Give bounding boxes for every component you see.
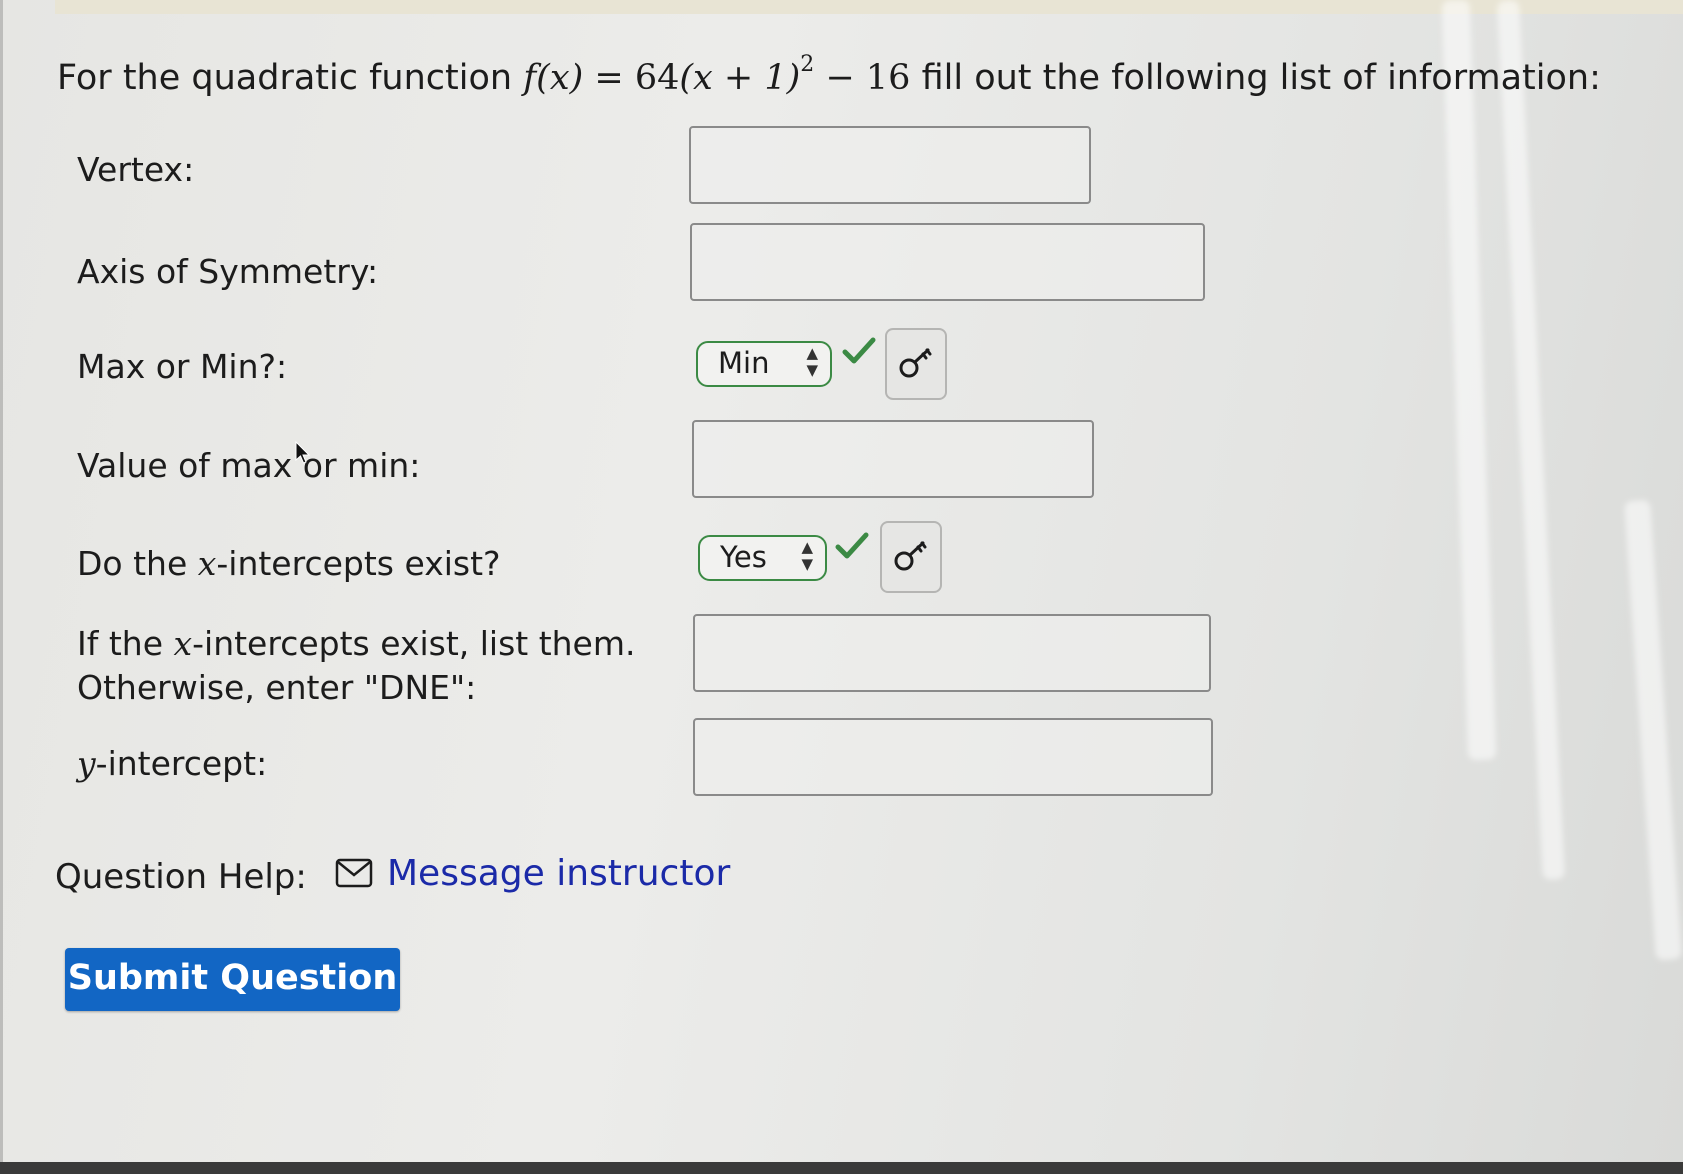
mouse-cursor-icon	[295, 441, 311, 464]
top-strip	[55, 0, 1683, 14]
function-exponent: 2	[800, 52, 815, 77]
axis-of-symmetry-label: Axis of Symmetry:	[77, 252, 379, 291]
max-or-min-select[interactable]: Min ▲ ▼	[696, 341, 832, 387]
question-suffix: fill out the following list of informati…	[921, 58, 1601, 98]
x-intercepts-input[interactable]	[693, 614, 1211, 692]
max-or-min-label: Max or Min?:	[77, 347, 288, 386]
y-intercept-label-post: -intercept:	[95, 744, 268, 783]
value-max-min-input[interactable]	[692, 420, 1094, 498]
function-coefficient: 64	[634, 58, 680, 98]
function-expression: f(x) = 64(x + 1)2 − 16	[523, 52, 921, 98]
select-arrows-icon: ▲ ▼	[806, 344, 818, 379]
function-lhs: f(x)	[523, 58, 584, 98]
function-inner: (x + 1)	[679, 58, 801, 98]
x-intercepts-exist-select[interactable]: Yes ▲ ▼	[698, 535, 827, 581]
x-variable: x	[173, 624, 193, 663]
x-intercepts-exist-label: Do the x-intercepts exist?	[77, 544, 501, 583]
question-prefix: For the quadratic function	[57, 58, 513, 98]
screen-glare	[1496, 0, 1566, 880]
x-variable: x	[197, 544, 217, 583]
value-max-min-label: Value of max or min:	[77, 446, 421, 485]
check-icon	[842, 337, 876, 364]
key-icon	[899, 348, 932, 378]
x-intercepts-label: If the x-intercepts exist, list them. Ot…	[77, 622, 636, 710]
bottom-bezel	[0, 1162, 1683, 1174]
function-equals: =	[594, 58, 624, 98]
axis-of-symmetry-input[interactable]	[690, 223, 1205, 301]
message-instructor-link[interactable]: Message instructor	[387, 853, 730, 894]
question-text: For the quadratic function f(x) = 64(x +…	[57, 52, 1601, 98]
check-icon	[835, 532, 869, 559]
select-arrows-icon: ▲ ▼	[801, 538, 813, 573]
screen-glare	[1623, 499, 1683, 961]
x-intercepts-label-line2: Otherwise, enter "DNE":	[77, 668, 477, 707]
screen-glare	[1441, 0, 1497, 761]
x-intercepts-exist-key-button[interactable]	[880, 521, 942, 593]
x-intercepts-exist-label-post: -intercepts exist?	[216, 544, 501, 583]
y-intercept-label: y-intercept:	[77, 744, 267, 783]
submit-question-button[interactable]: Submit Question	[65, 948, 400, 1011]
vertex-label: Vertex:	[77, 150, 195, 189]
function-tail: − 16	[825, 58, 911, 98]
y-intercept-input[interactable]	[693, 718, 1213, 796]
key-icon	[894, 541, 927, 571]
y-variable: y	[77, 744, 96, 783]
x-intercepts-label-post: -intercepts exist, list them.	[192, 624, 636, 663]
x-intercepts-exist-label-pre: Do the	[77, 544, 198, 583]
vertex-input[interactable]	[689, 126, 1091, 204]
x-intercepts-exist-selected: Yes	[720, 540, 767, 574]
question-help-label: Question Help:	[55, 857, 307, 897]
max-or-min-key-button[interactable]	[885, 328, 947, 400]
left-edge	[0, 0, 3, 1174]
envelope-icon[interactable]	[335, 858, 373, 888]
x-intercepts-label-pre: If the	[77, 624, 174, 663]
max-or-min-selected: Min	[718, 346, 770, 380]
